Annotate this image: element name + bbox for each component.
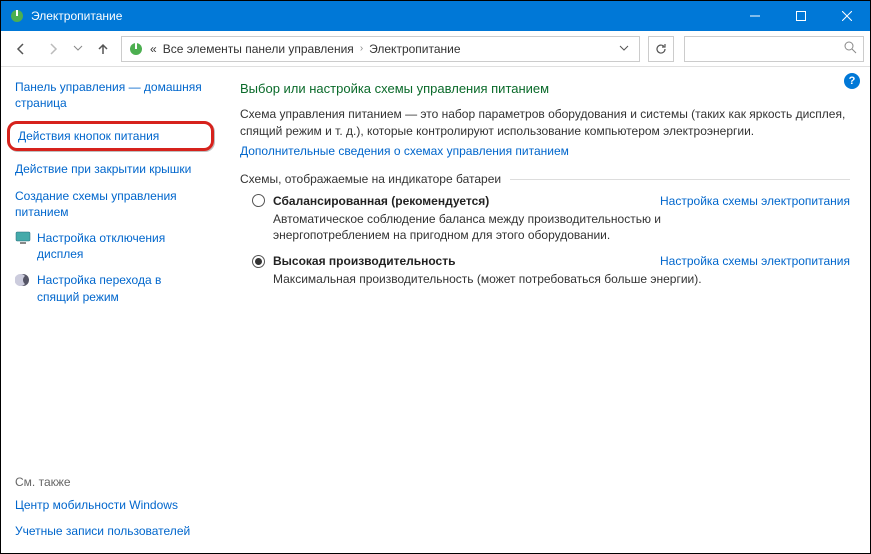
group-label: Схемы, отображаемые на индикаторе батаре… [240,172,850,186]
search-input[interactable] [684,36,864,62]
more-info-link[interactable]: Дополнительные сведения о схемах управле… [240,144,569,158]
page-heading: Выбор или настройка схемы управления пит… [240,81,850,96]
chevron-right-icon: › [360,43,363,54]
back-button[interactable] [7,35,35,63]
monitor-icon [15,230,31,246]
plan-desc-balanced: Автоматическое соблюдение баланса между … [273,211,713,245]
sidebar-item-power-buttons[interactable]: Действия кнопок питания [7,121,214,151]
plans-group: Схемы, отображаемые на индикаторе батаре… [240,172,850,288]
minimize-button[interactable] [732,1,778,31]
titlebar: Электропитание [1,1,870,31]
window-controls [732,1,870,31]
sidebar-item-sleep[interactable]: Настройка перехода в спящий режим [15,272,206,304]
page-description: Схема управления питанием — это набор па… [240,106,850,140]
see-also-mobility[interactable]: Центр мобильности Windows [15,497,206,513]
see-also-label: См. также [15,475,206,489]
plan-settings-high-performance[interactable]: Настройка схемы электропитания [660,254,850,268]
sidebar: Панель управления — домашняя страница Де… [1,67,216,553]
sidebar-item-lid[interactable]: Действие при закрытии крышки [15,161,206,177]
plan-balanced: Сбалансированная (рекомендуется) Настрой… [252,194,850,245]
refresh-button[interactable] [648,36,674,62]
sidebar-home-link[interactable]: Панель управления — домашняя страница [15,79,206,111]
breadcrumb-current[interactable]: Электропитание [369,42,460,56]
search-icon [844,41,857,57]
breadcrumb-parent[interactable]: Все элементы панели управления [163,42,354,56]
close-button[interactable] [824,1,870,31]
radio-high-performance[interactable] [252,255,265,268]
up-button[interactable] [89,35,117,63]
navbar: « Все элементы панели управления › Элект… [1,31,870,67]
content: Панель управления — домашняя страница Де… [1,67,870,553]
maximize-button[interactable] [778,1,824,31]
plan-settings-balanced[interactable]: Настройка схемы электропитания [660,194,850,208]
power-icon [128,41,144,57]
see-also-accounts[interactable]: Учетные записи пользователей [15,523,206,539]
breadcrumb-dropdown[interactable] [615,42,633,56]
plan-high-performance: Высокая производительность Настройка схе… [252,254,850,288]
moon-icon [15,272,31,288]
plan-name-balanced[interactable]: Сбалансированная (рекомендуется) [273,194,489,208]
recent-dropdown[interactable] [73,42,83,56]
plan-desc-high-performance: Максимальная производительность (может п… [273,271,713,288]
main-panel: ? Выбор или настройка схемы управления п… [216,67,870,553]
sidebar-item-create-plan[interactable]: Создание схемы управления питанием [15,188,206,220]
sidebar-item-display-off[interactable]: Настройка отключения дисплея [15,230,206,262]
window-title: Электропитание [31,9,122,23]
app-icon [9,8,25,24]
plan-name-high-performance[interactable]: Высокая производительность [273,254,455,268]
breadcrumb-prefix: « [150,42,157,56]
help-icon[interactable]: ? [844,73,860,89]
radio-balanced[interactable] [252,194,265,207]
forward-button[interactable] [39,35,67,63]
breadcrumb[interactable]: « Все элементы панели управления › Элект… [121,36,640,62]
